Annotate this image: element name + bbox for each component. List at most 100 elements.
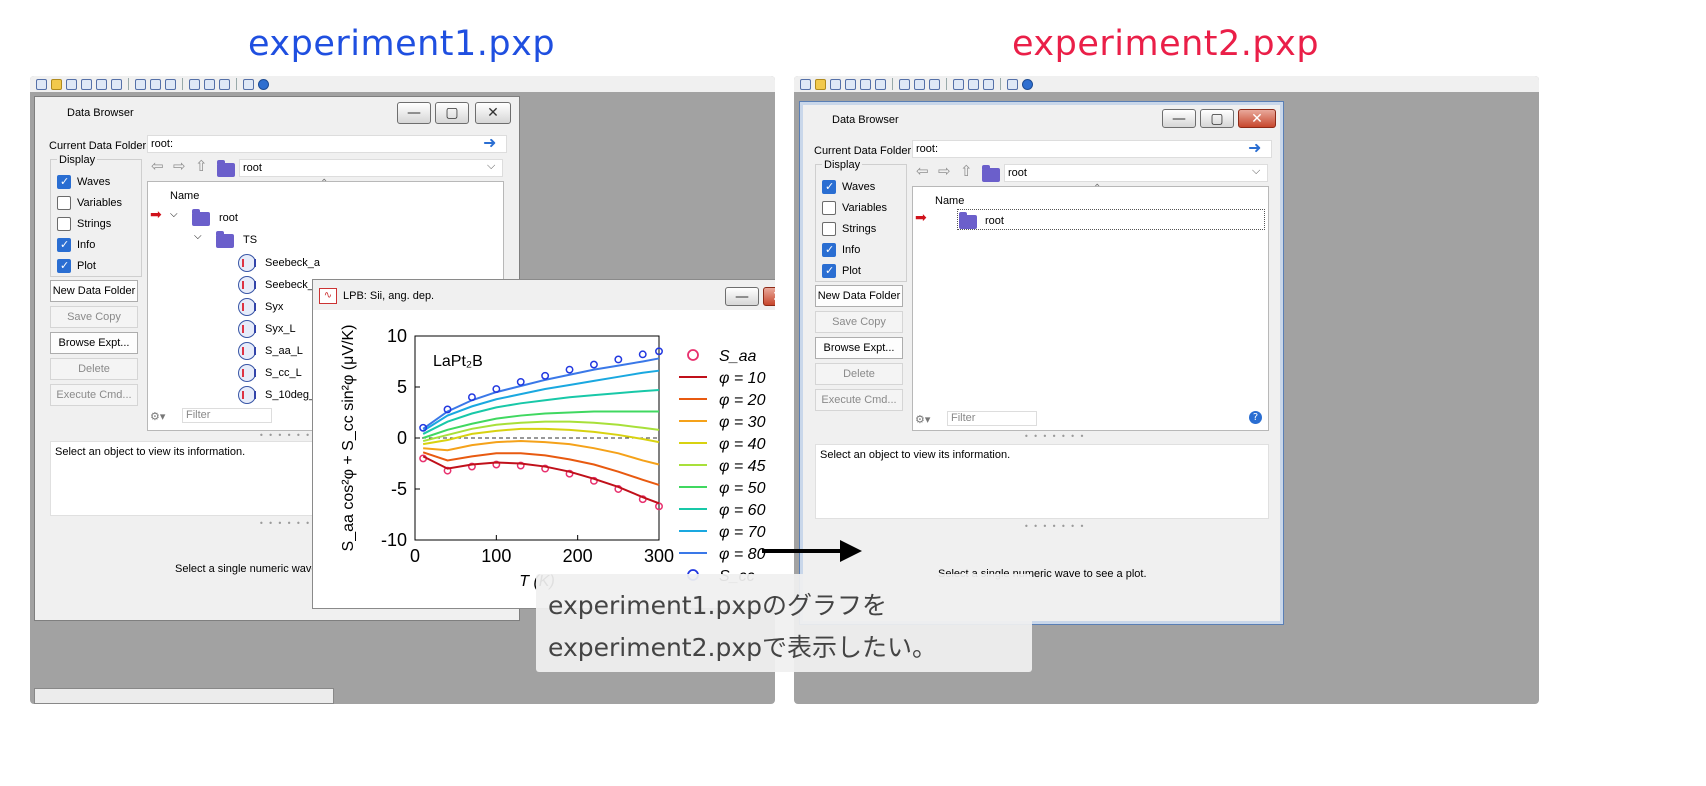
data-load-icon[interactable] (189, 78, 200, 90)
browse-expt-button[interactable]: Browse Expt... (815, 337, 903, 359)
help-icon[interactable]: ? (1249, 411, 1262, 424)
save-copy-button[interactable]: Save Copy (815, 311, 903, 333)
procedure-icon[interactable] (165, 78, 176, 90)
plot-checkbox[interactable] (822, 264, 836, 278)
browse-expt-button[interactable]: Browse Expt... (50, 332, 138, 354)
folder-dropdown[interactable]: root (1004, 164, 1268, 182)
forward-arrow-icon[interactable]: ⇨ (173, 157, 186, 175)
right-toolbar (794, 76, 1539, 92)
filter-options-icon[interactable]: ⚙▾ (915, 413, 930, 426)
strings-checkbox[interactable] (57, 217, 71, 231)
misc-icon[interactable] (219, 78, 230, 90)
waves-checkbox[interactable] (822, 180, 836, 194)
minimize-button[interactable]: — (1162, 109, 1196, 128)
graph-icon[interactable] (111, 78, 122, 90)
minimize-button[interactable]: — (725, 287, 759, 306)
table-icon[interactable] (860, 78, 871, 90)
save-copy-button[interactable]: Save Copy (50, 306, 138, 328)
save-icon[interactable] (66, 78, 77, 90)
delete-button[interactable]: Delete (815, 363, 903, 385)
tree-item-wave[interactable]: Seebeck_a (265, 257, 320, 269)
new-data-folder-button[interactable]: New Data Folder (50, 280, 138, 302)
waves-checkbox[interactable] (57, 175, 71, 189)
maximize-button[interactable]: ▢ (435, 102, 469, 124)
notebook-icon[interactable] (150, 78, 161, 90)
info-checkbox[interactable] (57, 238, 71, 252)
print-icon[interactable] (81, 78, 92, 90)
forward-arrow-icon[interactable]: ⇨ (938, 162, 951, 180)
strings-checkbox[interactable] (822, 222, 836, 236)
chevron-down-icon[interactable]: ⌵ (487, 159, 495, 173)
y-tick-label: 5 (397, 377, 407, 397)
help-icon[interactable] (1022, 78, 1033, 90)
chevron-down-icon[interactable]: ⌵ (1252, 164, 1260, 178)
splitter-handle[interactable]: • • • • • • • (1024, 432, 1085, 441)
tree-item-wave[interactable]: Syx_L (265, 323, 296, 335)
back-arrow-icon[interactable]: ⇦ (916, 162, 929, 180)
splitter-handle[interactable]: • • • • • • • (1024, 522, 1085, 531)
sort-chevron-icon[interactable]: ⌃ (1093, 183, 1101, 194)
misc-icon[interactable] (983, 78, 994, 90)
open-folder-icon[interactable] (815, 78, 826, 90)
info-checkbox[interactable] (822, 243, 836, 257)
tree-item-ts[interactable]: TS (243, 234, 257, 246)
tree-item-wave[interactable]: S_cc_L (265, 367, 302, 379)
tree-item-wave[interactable]: S_aa_L (265, 345, 303, 357)
browse-icon[interactable] (968, 78, 979, 90)
plot-checkbox[interactable] (57, 259, 71, 273)
tree-item-wave[interactable]: Seebeck_ (265, 279, 314, 291)
layout-icon[interactable] (135, 78, 146, 90)
save-icon[interactable] (830, 78, 841, 90)
wave-icon (238, 342, 256, 360)
open-folder-icon[interactable] (51, 78, 62, 90)
up-arrow-icon[interactable]: ⇧ (195, 157, 208, 175)
new-data-folder-button[interactable]: New Data Folder (815, 285, 903, 307)
go-arrow-icon[interactable]: ➜ (483, 133, 496, 152)
data-load-icon[interactable] (953, 78, 964, 90)
procedure-icon[interactable] (929, 78, 940, 90)
delete-button[interactable]: Delete (50, 358, 138, 380)
graph-window-icon: ∿ (319, 288, 337, 304)
minimize-button[interactable]: — (397, 102, 431, 124)
close-button[interactable]: ✕ (475, 102, 511, 124)
folder-dropdown[interactable]: root (239, 159, 503, 177)
table-icon[interactable] (96, 78, 107, 90)
expand-chevron-icon[interactable]: ⌵ (170, 209, 178, 220)
print-icon[interactable] (845, 78, 856, 90)
tree-item-root[interactable]: root (219, 212, 238, 224)
graph-icon[interactable] (875, 78, 886, 90)
filter-options-icon[interactable]: ⚙▾ (150, 410, 165, 423)
tree-name-header[interactable]: Name (935, 195, 964, 207)
filter-input[interactable]: Filter (182, 408, 272, 423)
execute-cmd-button[interactable]: Execute Cmd... (815, 389, 903, 411)
wave-icon (238, 298, 256, 316)
maximize-button[interactable]: ▢ (1200, 109, 1234, 128)
y-axis-label: S_aa cos²φ + S_cc sin²φ (μV/K) (340, 325, 357, 552)
variables-checkbox[interactable] (822, 201, 836, 215)
gear-icon[interactable] (243, 78, 254, 90)
toolbar-separator (182, 78, 183, 90)
layout-icon[interactable] (899, 78, 910, 90)
expand-chevron-icon[interactable]: ⌵ (194, 231, 202, 242)
variables-checkbox[interactable] (57, 196, 71, 210)
up-arrow-icon[interactable]: ⇧ (960, 162, 973, 180)
tree-item-wave[interactable]: S_10deg_ (265, 389, 315, 401)
back-arrow-icon[interactable]: ⇦ (151, 157, 164, 175)
current-folder-field[interactable]: root: (147, 135, 507, 153)
current-folder-field[interactable]: root: (912, 140, 1272, 158)
gear-icon[interactable] (1007, 78, 1018, 90)
close-button[interactable]: ✕ (1238, 109, 1276, 128)
tree-name-header[interactable]: Name (170, 190, 199, 202)
new-icon[interactable] (36, 78, 47, 90)
notebook-icon[interactable] (914, 78, 925, 90)
new-icon[interactable] (800, 78, 811, 90)
help-icon[interactable] (258, 78, 269, 90)
filter-input[interactable]: Filter (947, 411, 1037, 426)
sort-chevron-icon[interactable]: ⌃ (320, 178, 328, 189)
close-button[interactable]: ✕ (763, 287, 775, 306)
execute-cmd-button[interactable]: Execute Cmd... (50, 384, 138, 406)
go-arrow-icon[interactable]: ➜ (1248, 138, 1261, 157)
tree-item-root[interactable]: root (985, 215, 1004, 227)
browse-icon[interactable] (204, 78, 215, 90)
tree-item-wave[interactable]: Syx (265, 301, 283, 313)
